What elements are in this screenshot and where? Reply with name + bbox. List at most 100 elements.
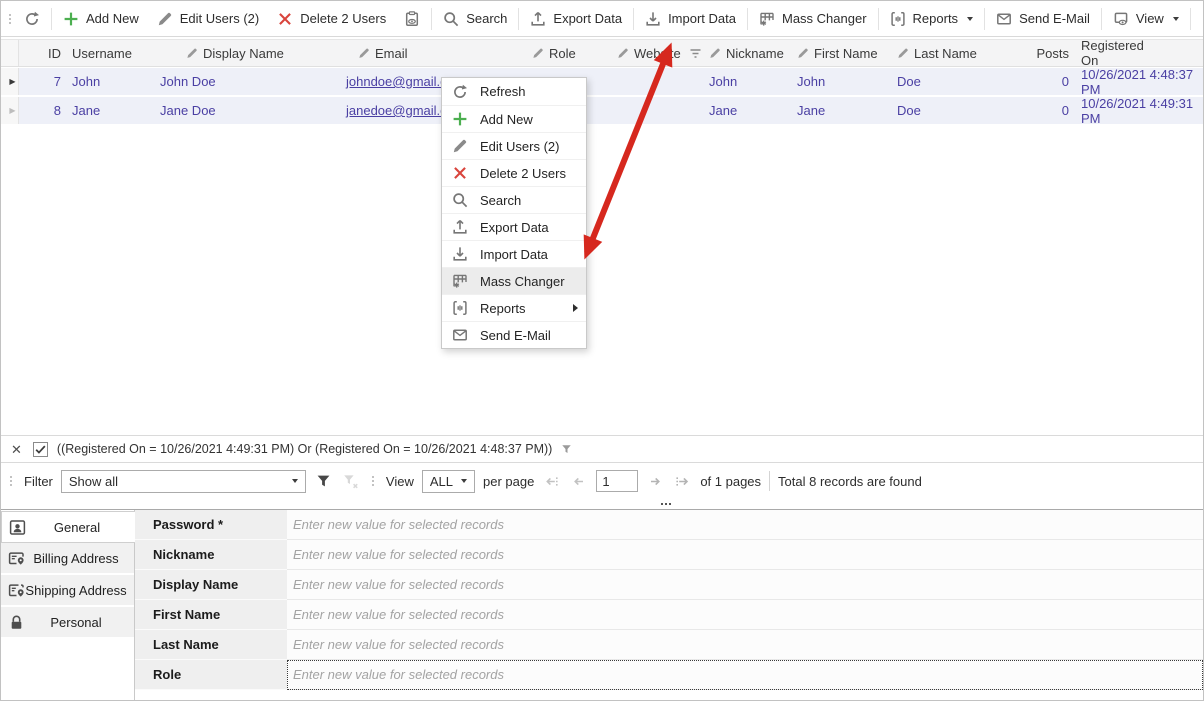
view-button[interactable]: View — [1104, 5, 1188, 33]
edit-users-label: Edit Users (2) — [180, 11, 259, 26]
first-page-button[interactable] — [542, 472, 561, 491]
mass-changer-button[interactable]: Mass Changer — [750, 5, 876, 33]
reports-button[interactable]: Reports — [881, 5, 983, 33]
cell-last-name: Doe — [891, 97, 1005, 124]
column-header-posts[interactable]: Posts — [1005, 40, 1075, 66]
tab-shipping-address[interactable]: Shipping Address — [1, 575, 134, 607]
export-grid-button[interactable]: Export Grid — [1193, 5, 1204, 33]
import-data-label: Import Data — [668, 11, 736, 26]
last-page-icon — [675, 474, 690, 489]
nickname-field[interactable] — [287, 540, 1203, 569]
row-indicator-header — [1, 40, 19, 66]
per-page-label: per page — [483, 474, 534, 489]
add-new-button[interactable]: Add New — [54, 5, 148, 33]
column-header-email[interactable]: Email — [340, 40, 526, 66]
pencil-icon — [709, 47, 721, 59]
cell-website — [611, 68, 703, 95]
clear-filter-button[interactable] — [341, 472, 360, 491]
next-page-button[interactable] — [646, 472, 665, 491]
field-row-first-name: First Name — [135, 600, 1203, 630]
field-row-nickname: Nickname — [135, 540, 1203, 570]
column-header-role[interactable]: Role — [526, 40, 611, 66]
column-header-display-name[interactable]: Display Name — [154, 40, 340, 66]
column-header-website[interactable]: Website — [611, 40, 703, 66]
toolbar-separator — [984, 8, 985, 30]
funnel-icon — [316, 474, 331, 489]
import-data-button[interactable]: Import Data — [636, 5, 745, 33]
total-records-label: Total 8 records are found — [778, 474, 922, 489]
pencil-icon — [532, 47, 544, 59]
menu-item-add-new[interactable]: Add New — [442, 105, 586, 132]
send-email-button[interactable]: Send E-Mail — [987, 5, 1099, 33]
display-name-field[interactable] — [287, 570, 1203, 599]
filter-dropdown[interactable]: Show all — [61, 470, 306, 493]
table-row[interactable]: ▶ 7 John John Doe johndoe@gmail.com John… — [1, 68, 1203, 96]
filter-funnel-icon[interactable] — [561, 444, 572, 455]
view-label: View — [1136, 11, 1164, 26]
display-name-field-label: Display Name — [135, 570, 287, 600]
column-header-nickname[interactable]: Nickname — [703, 40, 791, 66]
main-toolbar: Add New Edit Users (2) Delete 2 Users Se… — [1, 1, 1203, 37]
column-header-id[interactable]: ID — [19, 40, 66, 66]
download-icon — [645, 11, 661, 27]
menu-item-export-data[interactable]: Export Data — [442, 213, 586, 240]
field-row-password: Password * — [135, 510, 1203, 540]
pager-drag-handle[interactable] — [368, 476, 378, 486]
preview-button[interactable] — [395, 5, 429, 33]
pager-drag-handle[interactable] — [6, 476, 16, 486]
menu-item-import-data[interactable]: Import Data — [442, 240, 586, 267]
toolbar-drag-handle[interactable] — [5, 14, 15, 24]
panel-splitter[interactable] — [1, 499, 1203, 510]
menu-item-refresh[interactable]: Refresh — [442, 78, 586, 105]
menu-item-mass-changer[interactable]: Mass Changer — [442, 267, 586, 294]
filter-enabled-checkbox[interactable] — [33, 442, 48, 457]
mass-changer-tabs: General Billing Address Shipping Address… — [1, 510, 135, 700]
billing-address-icon — [8, 550, 25, 567]
apply-filter-button[interactable] — [314, 472, 333, 491]
column-header-first-name[interactable]: First Name — [791, 40, 891, 66]
refresh-button[interactable] — [15, 5, 49, 33]
cell-id: 8 — [19, 97, 66, 124]
plus-icon — [63, 11, 79, 27]
last-page-button[interactable] — [673, 472, 692, 491]
edit-users-button[interactable]: Edit Users (2) — [148, 5, 268, 33]
field-row-display-name: Display Name — [135, 570, 1203, 600]
page-size-dropdown[interactable]: ALL — [422, 470, 475, 493]
toolbar-separator — [431, 8, 432, 30]
menu-item-edit-users[interactable]: Edit Users (2) — [442, 132, 586, 159]
tab-personal[interactable]: Personal — [1, 607, 134, 639]
column-header-registered-on[interactable]: Registered On — [1075, 40, 1203, 66]
grid-asterisk-icon — [759, 11, 775, 27]
column-header-last-name[interactable]: Last Name — [891, 40, 1005, 66]
last-name-field[interactable] — [287, 630, 1203, 659]
cell-username: Jane — [66, 97, 154, 124]
cell-posts: 0 — [1005, 97, 1075, 124]
column-header-username[interactable]: Username — [66, 40, 154, 66]
first-name-field[interactable] — [287, 600, 1203, 629]
menu-item-send-email[interactable]: Send E-Mail — [442, 321, 586, 348]
delete-users-button[interactable]: Delete 2 Users — [268, 5, 395, 33]
filter-expression[interactable]: ((Registered On = 10/26/2021 4:49:31 PM)… — [57, 442, 552, 456]
send-email-label: Send E-Mail — [1019, 11, 1090, 26]
next-page-icon — [648, 474, 663, 489]
menu-item-search[interactable]: Search — [442, 186, 586, 213]
table-row[interactable]: ▶ 8 Jane Jane Doe janedoe@gmail.com Jane… — [1, 97, 1203, 125]
pencil-icon — [358, 47, 370, 59]
cell-registered-on: 10/26/2021 4:48:37 PM — [1075, 68, 1203, 95]
page-number-input[interactable] — [596, 470, 638, 492]
export-data-button[interactable]: Export Data — [521, 5, 631, 33]
funnel-x-icon — [343, 474, 358, 489]
menu-item-reports[interactable]: Reports — [442, 294, 586, 321]
pencil-icon — [897, 47, 909, 59]
close-filter-button[interactable]: ✕ — [9, 441, 24, 458]
cell-first-name: John — [791, 68, 891, 95]
prev-page-button[interactable] — [569, 472, 588, 491]
search-button[interactable]: Search — [434, 5, 516, 33]
filter-sort-icon[interactable] — [689, 47, 702, 60]
tab-general[interactable]: General — [1, 511, 135, 543]
search-label: Search — [466, 11, 507, 26]
menu-item-delete-users[interactable]: Delete 2 Users — [442, 159, 586, 186]
password-field[interactable] — [287, 510, 1203, 539]
tab-billing-address[interactable]: Billing Address — [1, 543, 134, 575]
role-field[interactable] — [287, 660, 1203, 689]
